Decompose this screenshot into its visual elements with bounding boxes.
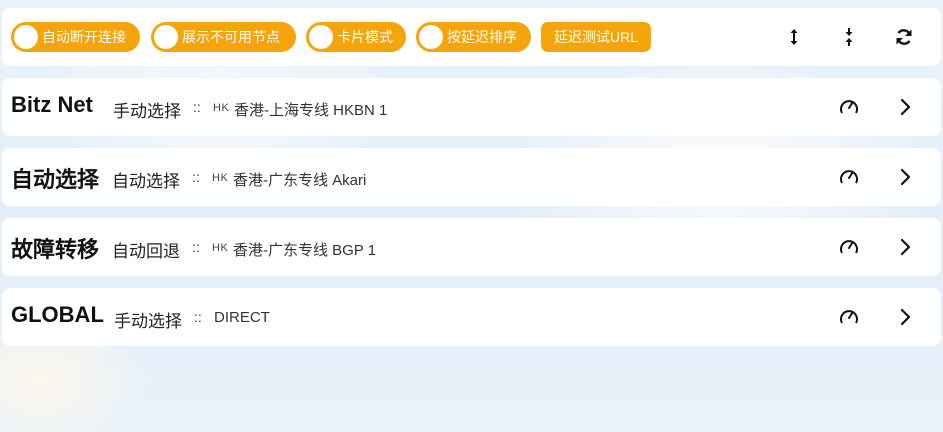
refresh-icon[interactable]	[894, 27, 914, 47]
chevron-right-icon[interactable]	[894, 306, 916, 328]
toggle-knob	[154, 25, 178, 49]
group-type: 手动选择	[113, 102, 181, 121]
expand-vertical-icon[interactable]	[784, 27, 804, 47]
selected-node: 香港-广东专线 BGP 1	[233, 242, 377, 259]
toggle-label: 卡片模式	[337, 29, 393, 45]
proxy-group-card[interactable]: 自动选择 自动选择 :: HK 香港-广东专线 Akari	[2, 148, 941, 206]
toggle-knob	[14, 25, 38, 49]
sort-by-latency-toggle[interactable]: 按延迟排序	[416, 22, 531, 52]
separator: ::	[194, 309, 202, 325]
speedometer-icon[interactable]	[838, 96, 860, 118]
region-badge: HK	[212, 172, 229, 184]
group-name: 故障转移	[11, 237, 100, 262]
auto-disconnect-toggle[interactable]: 自动断开连接	[11, 22, 140, 52]
region-badge: HK	[213, 102, 230, 114]
chevron-right-icon[interactable]	[894, 236, 916, 258]
card-mode-toggle[interactable]: 卡片模式	[306, 22, 406, 52]
speedometer-icon[interactable]	[838, 166, 860, 188]
toggle-label: 自动断开连接	[42, 29, 126, 45]
group-type: 自动回退	[112, 242, 180, 261]
toggle-label: 按延迟排序	[447, 29, 517, 45]
chevron-right-icon[interactable]	[894, 96, 916, 118]
separator: ::	[192, 169, 200, 185]
group-name: Bitz Net	[11, 92, 93, 117]
selected-node: 香港-广东专线 Akari	[233, 172, 367, 189]
proxy-group-card[interactable]: Bitz Net 手动选择 :: HK 香港-上海专线 HKBN 1	[2, 78, 941, 136]
proxy-group-card[interactable]: 故障转移 自动回退 :: HK 香港-广东专线 BGP 1	[2, 218, 941, 276]
group-type: 手动选择	[114, 312, 182, 331]
speedometer-icon[interactable]	[838, 236, 860, 258]
toggle-knob	[419, 25, 443, 49]
toggle-label: 展示不可用节点	[182, 29, 280, 45]
show-unavailable-toggle[interactable]: 展示不可用节点	[151, 22, 296, 52]
speedometer-icon[interactable]	[838, 306, 860, 328]
group-name: GLOBAL	[11, 302, 104, 327]
group-type: 自动选择	[112, 172, 180, 191]
collapse-vertical-icon[interactable]	[839, 27, 859, 47]
proxy-group-card[interactable]: GLOBAL 手动选择 :: DIRECT	[2, 288, 941, 346]
latency-test-url-button[interactable]: 延迟测试URL	[541, 22, 651, 52]
region-badge: HK	[212, 242, 229, 254]
toolbar: 自动断开连接 展示不可用节点 卡片模式 按延迟排序 延迟测试URL	[2, 8, 941, 66]
toggle-knob	[309, 25, 333, 49]
group-name: 自动选择	[11, 167, 100, 192]
selected-node: DIRECT	[214, 309, 270, 326]
separator: ::	[193, 99, 201, 115]
separator: ::	[192, 239, 200, 255]
selected-node: 香港-上海专线 HKBN 1	[234, 102, 388, 119]
chevron-right-icon[interactable]	[894, 166, 916, 188]
